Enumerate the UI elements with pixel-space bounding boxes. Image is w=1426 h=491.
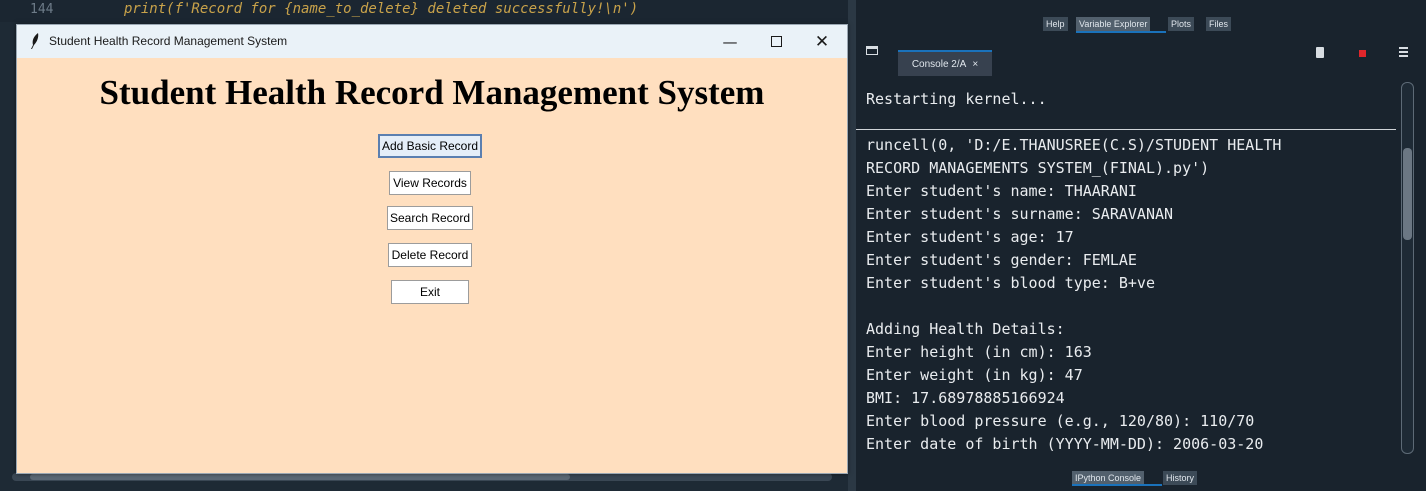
- minimize-button[interactable]: —: [707, 25, 753, 58]
- console-line: BMI: 17.68978885166924: [866, 389, 1065, 407]
- tab-variable-explorer[interactable]: Variable Explorer: [1076, 17, 1151, 31]
- console-line: RECORD MANAGEMENTS SYSTEM_(FINAL).py'): [866, 159, 1210, 177]
- console-line: Enter time in This a a l b t: [866, 458, 1209, 460]
- tab-files[interactable]: Files: [1206, 17, 1232, 31]
- feather-icon: [31, 33, 39, 49]
- console-line: Enter student's blood type: B+ve: [866, 274, 1155, 292]
- window-titlebar[interactable]: Student Health Record Management System …: [17, 25, 847, 58]
- add-basic-record-button[interactable]: Add Basic Record: [378, 134, 482, 158]
- console-line: Enter height (in cm): 163: [866, 343, 1092, 361]
- tab-browse-icon[interactable]: [866, 46, 878, 55]
- console-line: Enter student's gender: FEMLAE: [866, 251, 1137, 269]
- line-number: 144: [30, 2, 54, 17]
- close-button[interactable]: ✕: [799, 25, 845, 58]
- code-line[interactable]: print(f'Record for {name_to_delete} dele…: [124, 1, 638, 17]
- console-line: Enter date of birth (YYYY-MM-DD): 2006-0…: [866, 435, 1264, 453]
- app-window: Student Health Record Management System …: [16, 24, 848, 474]
- tab-history[interactable]: History: [1163, 471, 1198, 485]
- copy-icon[interactable]: [1316, 47, 1324, 58]
- console-line: Enter student's surname: SARAVANAN: [866, 205, 1174, 223]
- console-separator: [856, 129, 1396, 130]
- console-line: Enter student's name: THAARANI: [866, 182, 1137, 200]
- console-tab-label: Console 2/A: [911, 58, 967, 70]
- tab-help[interactable]: Help: [1043, 17, 1068, 31]
- view-records-button[interactable]: View Records: [389, 171, 471, 195]
- console-line: Enter blood pressure (e.g., 120/80): 110…: [866, 412, 1255, 430]
- console-line: Enter weight (in kg): 47: [866, 366, 1083, 384]
- close-icon[interactable]: ×: [972, 59, 978, 70]
- maximize-icon: [770, 36, 782, 47]
- delete-record-button[interactable]: Delete Record: [388, 243, 472, 267]
- search-record-button[interactable]: Search Record: [387, 206, 473, 230]
- tab-console[interactable]: Console 2/A ×: [898, 50, 992, 76]
- console-line: Adding Health Details:: [866, 320, 1065, 338]
- console-output[interactable]: Restarting kernel... runcell(0, 'D:/E.THA…: [856, 80, 1402, 460]
- console-line: runcell(0, 'D:/E.THANUSREE(C.S)/STUDENT …: [866, 136, 1282, 154]
- editor-scrollbar-thumb[interactable]: [30, 474, 570, 480]
- console-line: Restarting kernel...: [866, 90, 1047, 108]
- active-tab-indicator: [1072, 484, 1162, 486]
- maximize-button[interactable]: [753, 25, 799, 58]
- stop-icon[interactable]: [1359, 50, 1366, 57]
- exit-button[interactable]: Exit: [391, 280, 469, 304]
- tab-plots[interactable]: Plots: [1168, 17, 1195, 31]
- console-scrollbar[interactable]: [1401, 82, 1414, 454]
- console-scrollbar-thumb[interactable]: [1403, 148, 1412, 240]
- menu-icon[interactable]: [1399, 47, 1408, 59]
- window-title: Student Health Record Management System: [49, 34, 288, 48]
- pane-splitter[interactable]: [848, 0, 856, 491]
- console-line: Enter student's age: 17: [866, 228, 1074, 246]
- active-tab-indicator: [1076, 31, 1166, 33]
- tab-ipython-console[interactable]: IPython Console: [1072, 471, 1145, 485]
- app-heading: Student Health Record Management System: [99, 73, 765, 112]
